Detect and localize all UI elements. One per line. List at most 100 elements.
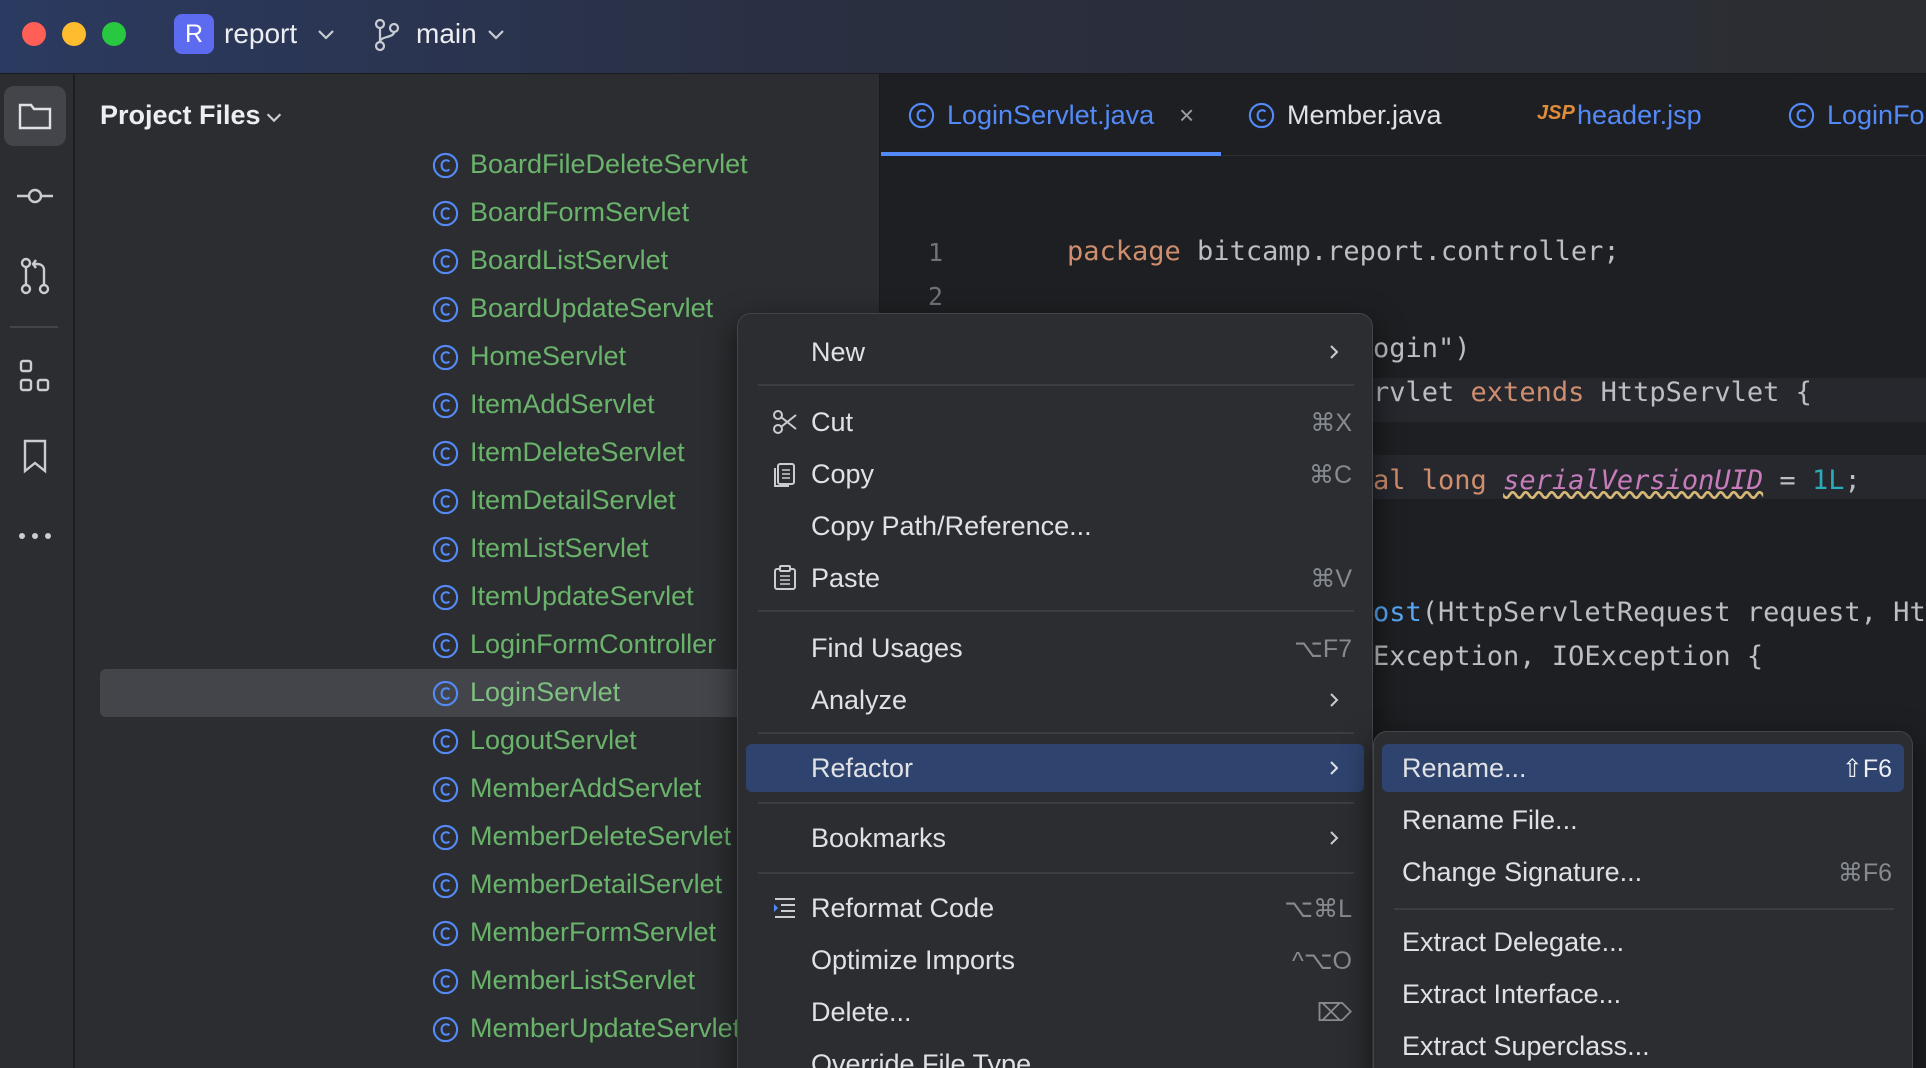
- menu-item-bookmarks[interactable]: Bookmarks: [746, 814, 1364, 862]
- tree-item-label: ItemAddServlet: [470, 389, 655, 419]
- java-class-icon: [432, 536, 459, 563]
- zoom-window-button[interactable]: [102, 22, 126, 46]
- chevron-down-icon[interactable]: [484, 22, 508, 46]
- git-branch-icon: [374, 18, 400, 52]
- tree-item-label: MemberListServlet: [470, 965, 696, 995]
- tree-item-label: MemberUpdateServlet: [470, 1013, 741, 1043]
- menu-separator: [1394, 908, 1894, 910]
- project-name-dropdown[interactable]: report: [224, 18, 297, 50]
- menu-separator: [758, 610, 1354, 612]
- commit-tool-button[interactable]: [4, 166, 66, 226]
- tab-loginform[interactable]: LoginFo: [1761, 74, 1926, 156]
- refactor-submenu: Rename... ⇧F6 Rename File... Change Sign…: [1373, 731, 1913, 1068]
- tree-item-label: BoardUpdateServlet: [470, 293, 714, 323]
- menu-item-label: New: [811, 337, 866, 367]
- submenu-item-extract-superclass[interactable]: Extract Superclass...: [1382, 1022, 1904, 1068]
- chevron-right-icon: [1330, 345, 1339, 359]
- pull-requests-tool-button[interactable]: [4, 246, 66, 306]
- tree-item[interactable]: BoardListServlet: [100, 237, 879, 285]
- submenu-item-change-signature[interactable]: Change Signature... ⌘F6: [1382, 848, 1904, 896]
- menu-item-label: Copy Path/Reference...: [811, 511, 1092, 541]
- minimize-window-button[interactable]: [62, 22, 86, 46]
- menu-separator: [758, 384, 1354, 386]
- menu-item-label: Optimize Imports: [811, 945, 1016, 975]
- java-class-icon: [1248, 102, 1275, 129]
- menu-item-label: Extract Interface...: [1402, 979, 1622, 1009]
- line-number: 2: [927, 282, 943, 311]
- code-text: HttpServlet {: [1584, 377, 1812, 408]
- menu-item-label: Find Usages: [811, 633, 963, 663]
- chevron-down-icon[interactable]: [314, 22, 338, 46]
- menu-item-copy-path[interactable]: Copy Path/Reference...: [746, 502, 1364, 550]
- tab-label: Member.java: [1287, 100, 1442, 130]
- menu-item-refactor[interactable]: Refactor: [746, 744, 1364, 792]
- tree-item-label: MemberAddServlet: [470, 773, 702, 803]
- menu-item-copy[interactable]: Copy ⌘C: [746, 450, 1364, 498]
- java-class-icon: [432, 392, 459, 419]
- bookmarks-tool-button[interactable]: [4, 426, 66, 486]
- tree-item-label: MemberDeleteServlet: [470, 821, 732, 851]
- menu-item-reformat-code[interactable]: Reformat Code ⌥⌘L: [746, 884, 1364, 932]
- submenu-item-extract-delegate[interactable]: Extract Delegate...: [1382, 918, 1904, 966]
- menu-separator: [758, 872, 1354, 874]
- submenu-item-rename[interactable]: Rename... ⇧F6: [1382, 744, 1904, 792]
- chevron-down-icon[interactable]: [263, 106, 285, 128]
- menu-item-cut[interactable]: Cut ⌘X: [746, 398, 1364, 446]
- chevron-right-icon: [1330, 761, 1339, 775]
- tab-header-jsp[interactable]: JSP header.jsp: [1511, 74, 1761, 156]
- menu-item-optimize-imports[interactable]: Optimize Imports ^⌥O: [746, 936, 1364, 984]
- tab-label: header.jsp: [1577, 100, 1702, 130]
- code-text: (HttpServletRequest request, HttpSe: [1421, 597, 1926, 628]
- number-literal: 1L: [1811, 465, 1845, 496]
- tab-label: LoginServlet.java: [947, 100, 1155, 130]
- tree-item[interactable]: BoardFormServlet: [100, 189, 879, 237]
- method-name: ost: [1373, 597, 1422, 628]
- structure-tool-button[interactable]: [4, 346, 66, 406]
- editor-tab-bar: LoginServlet.java × Member.java JSP head…: [881, 74, 1926, 156]
- menu-item-analyze[interactable]: Analyze: [746, 676, 1364, 724]
- keyword: long: [1421, 465, 1487, 496]
- chevron-right-icon: [1330, 831, 1339, 845]
- java-class-icon: [432, 824, 459, 851]
- shortcut-label: ⌥F7: [1294, 635, 1352, 663]
- more-tools-button[interactable]: [4, 506, 66, 566]
- delete-key-icon: ⌦: [1316, 999, 1352, 1027]
- menu-item-delete[interactable]: Delete... ⌦: [746, 988, 1364, 1036]
- menu-item-find-usages[interactable]: Find Usages ⌥F7: [746, 624, 1364, 672]
- shortcut-label: ⇧F6: [1841, 755, 1892, 783]
- submenu-item-rename-file[interactable]: Rename File...: [1382, 796, 1904, 844]
- menu-separator: [758, 802, 1354, 804]
- menu-item-label: Cut: [811, 407, 854, 437]
- tab-member[interactable]: Member.java: [1221, 74, 1511, 156]
- tree-item-label: BoardFileDeleteServlet: [470, 149, 748, 179]
- tab-loginservlet[interactable]: LoginServlet.java ×: [881, 74, 1221, 156]
- menu-item-paste[interactable]: Paste ⌘V: [746, 554, 1364, 602]
- java-class-icon: [432, 920, 459, 947]
- project-badge[interactable]: R: [174, 14, 214, 54]
- menu-item-override-file-type[interactable]: Override File Type: [746, 1040, 1364, 1068]
- submenu-item-extract-interface[interactable]: Extract Interface...: [1382, 970, 1904, 1018]
- menu-item-label: Reformat Code: [811, 893, 995, 923]
- java-class-icon: [432, 872, 459, 899]
- project-tool-button[interactable]: [4, 86, 66, 146]
- menu-item-new[interactable]: New: [746, 328, 1364, 376]
- field-name: serialVersionUID: [1503, 465, 1764, 496]
- clipboard-icon: [774, 565, 796, 590]
- tree-item-label: LoginServlet: [470, 677, 621, 707]
- code-text: ;: [1844, 465, 1861, 496]
- project-panel-title[interactable]: Project Files: [100, 100, 261, 131]
- code-text: =: [1763, 465, 1812, 496]
- tree-item-label: BoardListServlet: [470, 245, 669, 275]
- branch-name-dropdown[interactable]: main: [416, 18, 477, 50]
- code-text: bitcamp.report.controller;: [1180, 236, 1620, 267]
- tree-item-label: ItemDetailServlet: [470, 485, 676, 515]
- copy-icon: [774, 463, 795, 487]
- java-class-icon: [432, 776, 459, 803]
- tree-item[interactable]: BoardFileDeleteServlet: [100, 141, 879, 189]
- close-window-button[interactable]: [22, 22, 46, 46]
- menu-item-label: Copy: [811, 459, 875, 489]
- code-fragment-field: al long serialVersionUID = 1L;: [1373, 465, 1861, 496]
- menu-item-label: Change Signature...: [1402, 857, 1643, 887]
- close-icon[interactable]: ×: [1179, 100, 1194, 131]
- title-bar: R report main: [0, 0, 1926, 74]
